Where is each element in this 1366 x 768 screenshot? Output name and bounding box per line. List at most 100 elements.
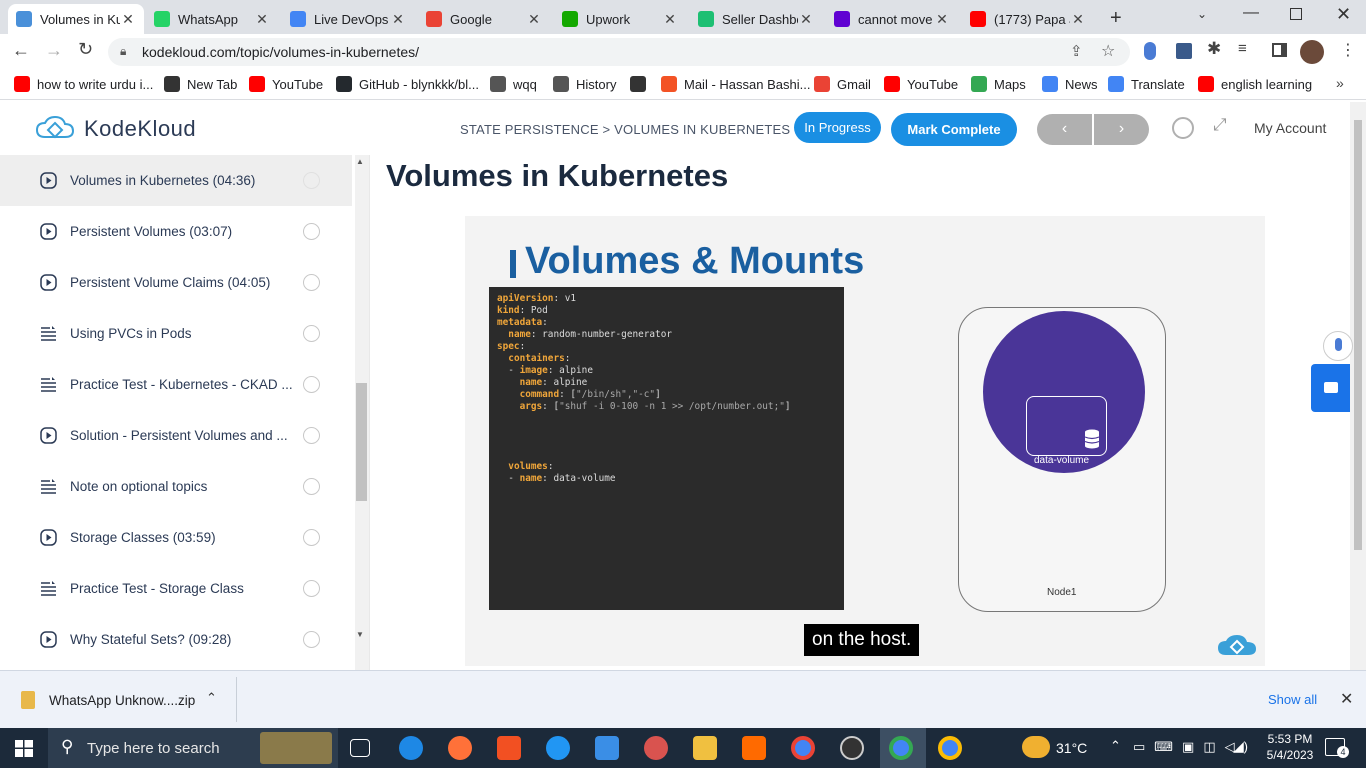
menu-dots-icon[interactable]: ⋮ bbox=[1340, 40, 1356, 60]
tab-close-icon[interactable]: ✕ bbox=[798, 11, 814, 28]
more-bookmarks-icon[interactable]: » bbox=[1336, 75, 1344, 91]
bookmark-item[interactable]: english learning bbox=[1198, 76, 1312, 92]
extension-icon[interactable] bbox=[1176, 43, 1192, 59]
sidebar-item-lesson[interactable]: Note on optional topics bbox=[0, 461, 352, 512]
my-account-link[interactable]: My Account bbox=[1254, 120, 1326, 136]
sidebar-item-lesson[interactable]: Practice Test - Storage Class bbox=[0, 563, 352, 614]
clock-date[interactable]: 5/4/2023 bbox=[1262, 748, 1318, 762]
close-downloads-icon[interactable]: ✕ bbox=[1340, 689, 1353, 709]
sidebar-item-lesson[interactable]: Persistent Volumes (03:07) bbox=[0, 206, 352, 257]
show-all-link[interactable]: Show all bbox=[1268, 692, 1317, 707]
scroll-up-icon[interactable]: ▲ bbox=[356, 157, 364, 166]
lesson-complete-radio[interactable] bbox=[303, 631, 320, 648]
scroll-down-icon[interactable]: ▼ bbox=[356, 630, 364, 639]
browser-tab[interactable]: cannot move ✕ bbox=[826, 4, 958, 34]
bookmark-item[interactable]: Gmail bbox=[814, 76, 871, 92]
in-progress-badge[interactable]: In Progress bbox=[794, 112, 881, 143]
sidebar-scrollbar-thumb[interactable] bbox=[356, 383, 367, 501]
firefox-icon[interactable] bbox=[448, 736, 472, 760]
mark-complete-button[interactable]: Mark Complete bbox=[891, 113, 1017, 146]
tab-close-icon[interactable]: ✕ bbox=[526, 11, 542, 28]
tab-close-icon[interactable]: ✕ bbox=[934, 11, 950, 28]
next-lesson-button[interactable]: › bbox=[1094, 114, 1149, 145]
browser-tab[interactable]: WhatsApp ✕ bbox=[146, 4, 278, 34]
temperature[interactable]: 31°C bbox=[1056, 740, 1087, 756]
puzzle-icon[interactable]: ✱ bbox=[1207, 39, 1221, 59]
kodekloud-logo-icon[interactable] bbox=[35, 115, 75, 143]
media-icon[interactable]: ≡ bbox=[1238, 40, 1247, 57]
tray-chevron-icon[interactable]: ⌃ bbox=[1110, 738, 1121, 754]
dark-mode-icon[interactable] bbox=[1172, 117, 1194, 139]
bookmark-item[interactable]: History bbox=[553, 76, 616, 92]
bookmark-item[interactable]: Maps bbox=[971, 76, 1026, 92]
address-bar[interactable]: 🔒︎ kodekloud.com/topic/volumes-in-kubern… bbox=[108, 38, 1130, 66]
chrome-icon[interactable] bbox=[791, 736, 815, 760]
tab-close-icon[interactable]: ✕ bbox=[390, 11, 406, 28]
bookmark-item[interactable]: GitHub - blynkkk/bl... bbox=[336, 76, 479, 92]
bookmark-item[interactable]: Translate bbox=[1108, 76, 1185, 92]
sidebar-item-lesson[interactable]: Storage Classes (03:59) bbox=[0, 512, 352, 563]
bookmark-item[interactable] bbox=[630, 76, 653, 92]
video-player[interactable]: Volumes & Mounts apiVersion: v1 kind: Pod… bbox=[465, 216, 1265, 666]
tab-close-icon[interactable]: ✕ bbox=[1070, 11, 1086, 28]
close-window-icon[interactable]: ✕ bbox=[1336, 4, 1351, 25]
lesson-complete-radio[interactable] bbox=[303, 580, 320, 597]
download-filename[interactable]: WhatsApp Unknow....zip bbox=[49, 693, 195, 708]
browser-tab[interactable]: Live DevOps ✕ bbox=[282, 4, 414, 34]
bookmark-item[interactable]: News bbox=[1042, 76, 1098, 92]
app-icon-7[interactable] bbox=[644, 736, 668, 760]
new-tab-icon[interactable]: + bbox=[1110, 7, 1122, 30]
mic-extension-icon[interactable] bbox=[1144, 42, 1156, 60]
lesson-complete-radio[interactable] bbox=[303, 274, 320, 291]
sidebar-scrollbar[interactable]: ▲ ▼ bbox=[355, 155, 369, 670]
lesson-complete-radio[interactable] bbox=[303, 325, 320, 342]
sidebar-item-lesson[interactable]: Why Stateful Sets? (09:28) bbox=[0, 614, 352, 665]
sidebar-item-lesson[interactable]: Solution - Persistent Volumes and ... bbox=[0, 410, 352, 461]
bookmark-item[interactable]: Mail - Hassan Bashi... bbox=[661, 76, 810, 92]
mail-icon[interactable] bbox=[595, 736, 619, 760]
star-icon[interactable]: ☆ bbox=[1101, 41, 1115, 61]
taskbar-search-box[interactable]: ⚲ Type here to search bbox=[48, 728, 338, 768]
bookmark-item[interactable]: YouTube bbox=[884, 76, 958, 92]
sidebar-item-lesson[interactable]: Using PVCs in Pods bbox=[0, 308, 352, 359]
chat-button[interactable] bbox=[1311, 364, 1350, 412]
browser-tab[interactable]: Google ✕ bbox=[418, 4, 550, 34]
obs-icon[interactable] bbox=[840, 736, 864, 760]
tab-close-icon[interactable]: ✕ bbox=[120, 11, 136, 28]
edge-icon[interactable] bbox=[399, 736, 423, 760]
lesson-complete-radio[interactable] bbox=[303, 223, 320, 240]
sidebar-item-lesson[interactable]: Persistent Volume Claims (04:05) bbox=[0, 257, 352, 308]
page-scrollbar-thumb[interactable] bbox=[1354, 120, 1362, 550]
brand-name[interactable]: KodeKloud bbox=[84, 116, 196, 142]
browser-tab[interactable]: (1773) Papa J ✕ bbox=[962, 4, 1094, 34]
download-chevron-icon[interactable]: ⌃ bbox=[206, 690, 217, 706]
lesson-complete-radio[interactable] bbox=[303, 376, 320, 393]
lesson-complete-radio[interactable] bbox=[303, 427, 320, 444]
share-icon[interactable]: ⇪ bbox=[1070, 42, 1083, 60]
clock-time[interactable]: 5:53 PM bbox=[1262, 732, 1318, 746]
bookmark-item[interactable]: how to write urdu i... bbox=[14, 76, 153, 92]
lesson-complete-radio[interactable] bbox=[303, 478, 320, 495]
back-arrow-icon[interactable]: ← bbox=[12, 40, 30, 61]
fullscreen-icon[interactable]: ⤢ bbox=[1213, 115, 1227, 135]
forward-arrow-icon[interactable]: → bbox=[45, 40, 63, 61]
app-icon-9[interactable] bbox=[742, 736, 766, 760]
lesson-complete-radio[interactable] bbox=[303, 529, 320, 546]
previous-lesson-button[interactable]: ‹ bbox=[1037, 114, 1092, 145]
chrome-profile-2-icon[interactable] bbox=[938, 736, 962, 760]
browser-tab[interactable]: Seller Dashbo ✕ bbox=[690, 4, 822, 34]
voice-widget-icon[interactable] bbox=[1323, 331, 1353, 361]
file-explorer-icon[interactable] bbox=[693, 736, 717, 760]
sidebar-item-lesson[interactable]: Practice Test - Kubernetes - CKAD ... bbox=[0, 359, 352, 410]
tab-close-icon[interactable]: ✕ bbox=[254, 11, 270, 28]
profile-avatar[interactable] bbox=[1300, 40, 1324, 64]
lesson-complete-radio[interactable] bbox=[303, 172, 320, 189]
bookmark-item[interactable]: wqq bbox=[490, 76, 537, 92]
sidebar-item-lesson[interactable]: Volumes in Kubernetes (04:36) bbox=[0, 155, 352, 206]
skype-icon[interactable] bbox=[546, 736, 570, 760]
minimize-icon[interactable]: — bbox=[1243, 4, 1259, 22]
task-view-icon[interactable] bbox=[350, 739, 370, 757]
chrome-profile-icon[interactable] bbox=[889, 736, 913, 760]
maximize-icon[interactable] bbox=[1290, 8, 1302, 20]
bookmark-item[interactable]: YouTube bbox=[249, 76, 323, 92]
